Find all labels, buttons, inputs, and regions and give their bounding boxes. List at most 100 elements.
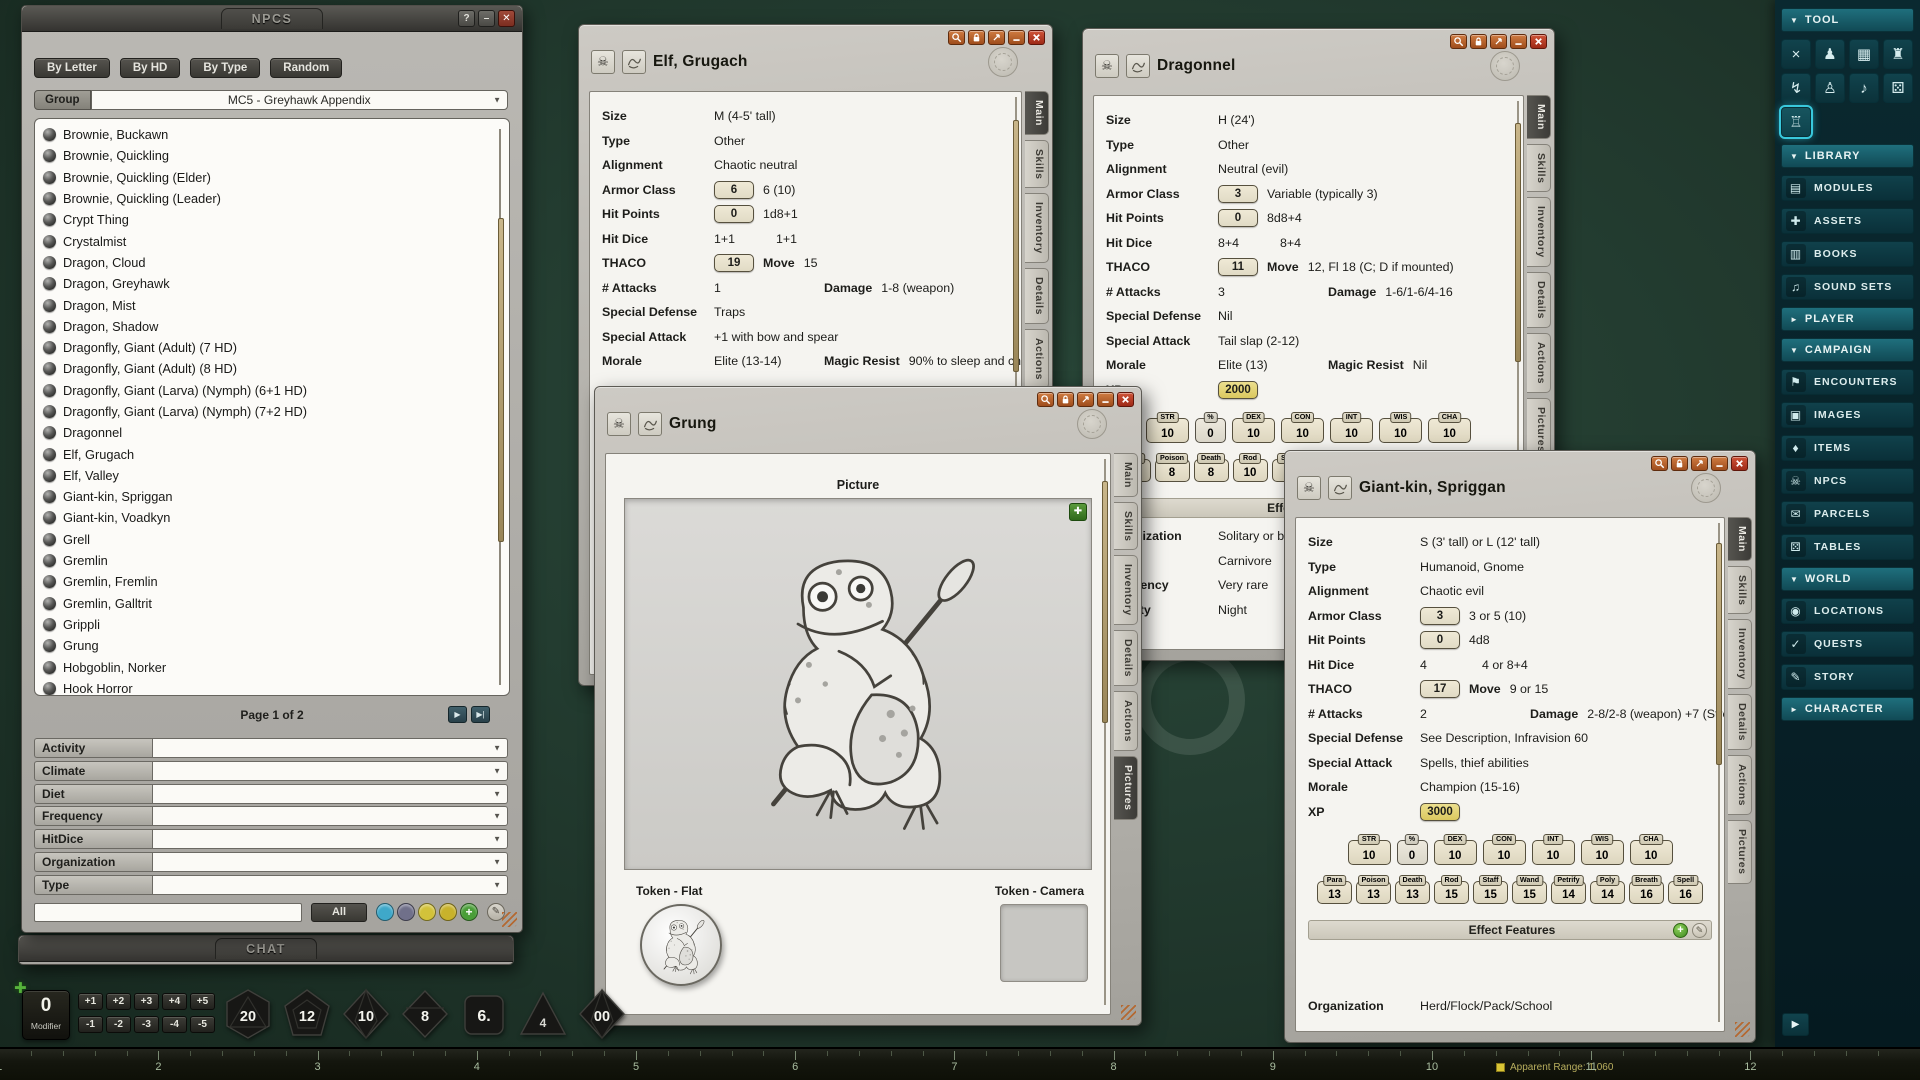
filter-dropdown[interactable]: ▼: [152, 784, 508, 804]
modifier-button-minus-4[interactable]: -4: [162, 1016, 187, 1033]
stat-box[interactable]: 19: [714, 254, 754, 272]
score-str[interactable]: STR10: [1348, 840, 1391, 865]
dice-tower-icon[interactable]: ♜: [1883, 39, 1913, 69]
score-dex[interactable]: DEX10: [1232, 418, 1275, 443]
stat-box[interactable]: 17: [1420, 680, 1460, 698]
sidebar-item-books[interactable]: ▥BOOKS: [1781, 241, 1914, 267]
scrollbar[interactable]: [1716, 523, 1722, 1022]
die-d20[interactable]: 20: [222, 988, 274, 1042]
list-item[interactable]: Grell: [43, 529, 489, 550]
score-rod[interactable]: Rod10: [1233, 459, 1268, 482]
stat-box[interactable]: 6: [714, 181, 754, 199]
list-item[interactable]: Brownie, Quickling: [43, 145, 489, 166]
modifier-button-minus-2[interactable]: -2: [106, 1016, 131, 1033]
side-tab-pictures[interactable]: Pictures: [1114, 756, 1138, 819]
resize-grip[interactable]: [1735, 1022, 1750, 1037]
close-button[interactable]: ✕: [498, 10, 515, 27]
scrollbar[interactable]: [1102, 459, 1108, 1005]
zoom-button[interactable]: [1651, 456, 1668, 471]
sidebar-item-tables[interactable]: ⚄TABLES: [1781, 534, 1914, 560]
score-poison[interactable]: Poison8: [1155, 459, 1190, 482]
active-tool-icon[interactable]: ♖: [1781, 107, 1811, 137]
side-tab-pictures[interactable]: Pictures: [1728, 820, 1752, 883]
score-int[interactable]: INT10: [1532, 840, 1575, 865]
die-d4[interactable]: 4: [517, 988, 569, 1042]
zoom-button[interactable]: [1037, 392, 1054, 407]
side-tab-actions[interactable]: Actions: [1025, 329, 1049, 389]
next-page-button[interactable]: ▶: [448, 706, 467, 723]
lock-button[interactable]: [1671, 456, 1688, 471]
npc-list-scrollbar[interactable]: [496, 129, 504, 685]
creature-link-icon[interactable]: [1126, 54, 1150, 78]
side-tab-actions[interactable]: Actions: [1527, 333, 1551, 393]
window-giant-kin-spriggan[interactable]: ☠Giant-kin, SprigganSizeS (3' tall) or L…: [1284, 450, 1756, 1043]
side-tab-main[interactable]: Main: [1728, 517, 1752, 561]
sidebar-header-campaign[interactable]: ▼CAMPAIGN: [1781, 338, 1914, 362]
list-item[interactable]: Dragon, Mist: [43, 294, 489, 315]
stat-box[interactable]: 3000: [1420, 803, 1460, 821]
side-tab-inventory[interactable]: Inventory: [1728, 619, 1752, 689]
npcs-titlebar[interactable]: NPCS ? – ✕: [22, 6, 522, 32]
side-tab-main[interactable]: Main: [1025, 91, 1049, 135]
search-input[interactable]: [34, 903, 302, 922]
list-item[interactable]: Gremlin: [43, 550, 489, 571]
creature-link-icon[interactable]: [638, 412, 662, 436]
score-rod[interactable]: Rod15: [1434, 881, 1469, 904]
filter-dropdown[interactable]: ▼: [152, 829, 508, 849]
resize-grip[interactable]: [502, 912, 517, 927]
modifier-button-plus-1[interactable]: +1: [78, 993, 103, 1010]
sidebar-item-story[interactable]: ✎STORY: [1781, 664, 1914, 690]
filter-dropdown[interactable]: ▼: [152, 738, 508, 758]
side-tab-actions[interactable]: Actions: [1728, 755, 1752, 815]
play-button[interactable]: ▶: [1782, 1013, 1809, 1036]
side-tab-main[interactable]: Main: [1527, 95, 1551, 139]
npc-list[interactable]: Brownie, BuckawnBrownie, QuicklingBrowni…: [34, 118, 510, 696]
sheet-titlebar[interactable]: ☠Dragonnel: [1095, 51, 1520, 81]
side-tab-details[interactable]: Details: [1114, 630, 1138, 686]
list-item[interactable]: Dragonfly, Giant (Adult) (8 HD): [43, 358, 489, 379]
filter-dropdown[interactable]: ▼: [152, 852, 508, 872]
chat-titlebar[interactable]: CHAT: [19, 936, 513, 962]
resize-grip[interactable]: [1121, 1005, 1136, 1020]
modifier-button-minus-1[interactable]: -1: [78, 1016, 103, 1033]
score-poison[interactable]: Poison13: [1356, 881, 1391, 904]
list-item[interactable]: Brownie, Buckawn: [43, 124, 489, 145]
score-death[interactable]: Death8: [1194, 459, 1229, 482]
creature-link-icon[interactable]: [622, 50, 646, 74]
sheet-titlebar[interactable]: ☠Giant-kin, Spriggan: [1297, 473, 1721, 503]
side-tab-inventory[interactable]: Inventory: [1025, 193, 1049, 263]
score-wis[interactable]: WIS10: [1581, 840, 1624, 865]
close-button[interactable]: [1731, 456, 1748, 471]
edit-effect-button[interactable]: ✎: [1692, 923, 1707, 938]
list-item[interactable]: Dragon, Greyhawk: [43, 273, 489, 294]
side-tab-details[interactable]: Details: [1025, 268, 1049, 324]
score-con[interactable]: CON10: [1483, 840, 1526, 865]
sidebar-item-assets[interactable]: ✚ASSETS: [1781, 208, 1914, 234]
close-button[interactable]: [1530, 34, 1547, 49]
filter-all-button[interactable]: All: [311, 903, 367, 922]
side-tab-skills[interactable]: Skills: [1527, 144, 1551, 192]
filter-slate-icon[interactable]: [397, 903, 415, 921]
score-con[interactable]: CON10: [1281, 418, 1324, 443]
tab-by-type[interactable]: By Type: [190, 58, 260, 78]
lock-button[interactable]: [1470, 34, 1487, 49]
modifier-box[interactable]: 0 Modifier: [22, 990, 70, 1040]
lock-button[interactable]: [1057, 392, 1074, 407]
portrait-skull-icon[interactable]: ☠: [1095, 54, 1119, 78]
side-tab-inventory[interactable]: Inventory: [1527, 197, 1551, 267]
sidebar-header-player[interactable]: ►PLAYER: [1781, 307, 1914, 331]
sidebar-item-encounters[interactable]: ⚑ENCOUNTERS: [1781, 369, 1914, 395]
list-item[interactable]: Crystalmist: [43, 230, 489, 251]
modifier-button-plus-3[interactable]: +3: [134, 993, 159, 1010]
close-button[interactable]: [1117, 392, 1134, 407]
modifier-button-plus-4[interactable]: +4: [162, 993, 187, 1010]
share-button[interactable]: [1077, 392, 1094, 407]
list-item[interactable]: Brownie, Quickling (Elder): [43, 167, 489, 188]
sheet-titlebar[interactable]: ☠Grung: [607, 409, 1107, 439]
portrait-skull-icon[interactable]: ☠: [607, 412, 631, 436]
tab-by-letter[interactable]: By Letter: [34, 58, 110, 78]
list-item[interactable]: Brownie, Quickling (Leader): [43, 188, 489, 209]
side-tab-details[interactable]: Details: [1527, 272, 1551, 328]
score-wis[interactable]: WIS10: [1379, 418, 1422, 443]
share-button[interactable]: [1691, 456, 1708, 471]
